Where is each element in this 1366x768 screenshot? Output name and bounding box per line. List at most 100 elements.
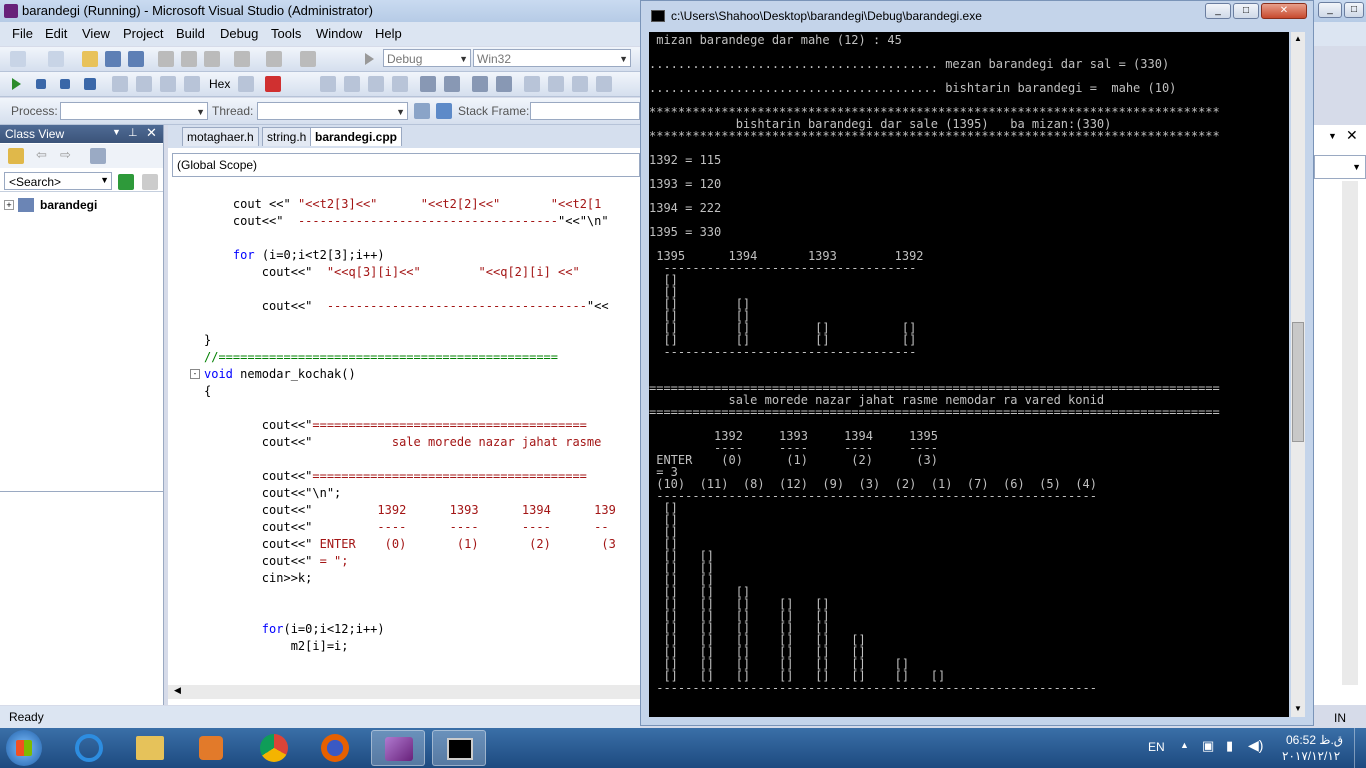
autos-icon[interactable] bbox=[368, 76, 384, 92]
font-size-icon[interactable] bbox=[392, 76, 408, 92]
scroll-thumb[interactable] bbox=[1292, 322, 1304, 442]
taskbar-console[interactable] bbox=[432, 730, 486, 766]
code-line[interactable]: for(i=0;i<12;i++) bbox=[204, 622, 385, 636]
stack-frame-combo[interactable] bbox=[530, 102, 640, 120]
network-icon[interactable]: ▣ bbox=[1202, 738, 1214, 754]
back-icon[interactable]: ⇦ bbox=[36, 147, 47, 163]
volume-icon[interactable]: ◀) bbox=[1248, 737, 1263, 754]
menu-project[interactable]: Project bbox=[123, 26, 163, 41]
prev-bookmark-icon[interactable] bbox=[548, 76, 564, 92]
code-line[interactable]: cout<<" = "; bbox=[204, 554, 349, 568]
editor-vertical-scrollbar[interactable] bbox=[1342, 181, 1358, 685]
taskbar-explorer[interactable] bbox=[123, 730, 177, 766]
menu-edit[interactable]: Edit bbox=[45, 26, 67, 41]
filter-icon[interactable] bbox=[414, 103, 430, 119]
step-over-icon[interactable] bbox=[160, 76, 176, 92]
console-vertical-scrollbar[interactable]: ▲ ▼ bbox=[1291, 32, 1305, 717]
outline-collapse-icon[interactable]: - bbox=[190, 369, 200, 379]
console-output[interactable]: mizan barandege dar mahe (12) : 45......… bbox=[649, 32, 1289, 717]
new-folder-icon[interactable] bbox=[8, 148, 24, 164]
code-line[interactable]: cout<<" "<<q[3][i]<<" "<<q[2][i] <<" bbox=[204, 265, 580, 279]
add-item-icon[interactable] bbox=[48, 51, 64, 67]
cut-icon[interactable] bbox=[158, 51, 174, 67]
settings-icon[interactable] bbox=[90, 148, 106, 164]
flag-threads-icon[interactable] bbox=[436, 103, 452, 119]
start-button[interactable] bbox=[6, 730, 42, 766]
forward-icon[interactable]: ⇨ bbox=[60, 147, 71, 163]
member-combo[interactable]: ▼ bbox=[1314, 155, 1366, 179]
clock-time[interactable]: 06:52 ق.ظ bbox=[1286, 733, 1343, 747]
code-area[interactable]: cout <<" "<<t2[3]<<" "<<t2[2]<<" "<<t2[1… bbox=[168, 179, 640, 684]
menu-help[interactable]: Help bbox=[375, 26, 402, 41]
console-maximize-button[interactable]: □ bbox=[1233, 3, 1259, 19]
code-line[interactable]: cout<<"=================================… bbox=[204, 418, 587, 432]
step-out-icon[interactable] bbox=[184, 76, 200, 92]
tab-motaghaer-h[interactable]: motaghaer.h bbox=[182, 127, 259, 146]
copy-icon[interactable] bbox=[181, 51, 197, 67]
taskbar-firefox[interactable] bbox=[308, 730, 362, 766]
code-line[interactable]: } bbox=[204, 333, 211, 347]
code-line[interactable]: cout<<" ---- ---- ---- -- bbox=[204, 520, 609, 534]
code-line[interactable]: cout <<" "<<t2[3]<<" "<<t2[2]<<" "<<t2[1 bbox=[204, 197, 601, 211]
code-line[interactable]: cout<<" sale morede nazar jahat rasme bbox=[204, 435, 602, 449]
tab-string-h[interactable]: string.h bbox=[262, 127, 312, 146]
dropdown-icon[interactable]: ▼ bbox=[1328, 131, 1337, 141]
process-combo[interactable]: ▼ bbox=[60, 102, 208, 120]
code-line[interactable]: void nemodar_kochak() bbox=[204, 367, 356, 381]
class-view-search-input[interactable]: <Search> ▼ bbox=[4, 172, 112, 190]
breakpoints-icon[interactable] bbox=[265, 76, 281, 92]
menu-view[interactable]: View bbox=[82, 26, 110, 41]
pin-icon[interactable]: ⊥ bbox=[128, 126, 138, 139]
code-line[interactable]: cout<<" 1392 1393 1394 139 bbox=[204, 503, 616, 517]
code-line[interactable]: cin>>k; bbox=[204, 571, 313, 585]
scroll-up-icon[interactable]: ▲ bbox=[1294, 34, 1302, 43]
code-line[interactable]: for (i=0;i<t2[3];i++) bbox=[204, 248, 385, 262]
horizontal-scrollbar[interactable]: ◀ bbox=[168, 685, 640, 699]
new-project-icon[interactable] bbox=[10, 51, 26, 67]
watch-icon[interactable] bbox=[320, 76, 336, 92]
threads-icon[interactable] bbox=[238, 76, 254, 92]
stop-icon[interactable] bbox=[60, 79, 70, 89]
vs-maximize-button[interactable]: □ bbox=[1344, 2, 1364, 18]
platform-combo[interactable]: Win32 ▼ bbox=[473, 49, 631, 67]
save-icon[interactable] bbox=[105, 51, 121, 67]
open-file-icon[interactable] bbox=[82, 51, 98, 67]
taskbar-chrome[interactable] bbox=[247, 730, 301, 766]
clear-bookmarks-icon[interactable] bbox=[596, 76, 612, 92]
code-line[interactable]: cout<<"=================================… bbox=[204, 469, 587, 483]
undo-icon[interactable] bbox=[234, 51, 250, 67]
taskbar-media-player[interactable] bbox=[184, 730, 238, 766]
indent-icon[interactable] bbox=[420, 76, 436, 92]
battery-icon[interactable]: ▮ bbox=[1226, 738, 1233, 754]
show-desktop-button[interactable] bbox=[1354, 728, 1366, 768]
scope-combo[interactable]: (Global Scope) bbox=[172, 153, 640, 177]
close-icon[interactable]: ✕ bbox=[146, 125, 157, 141]
tab-barandegi-cpp[interactable]: barandegi.cpp bbox=[310, 127, 403, 146]
save-all-icon[interactable] bbox=[128, 51, 144, 67]
solution-config-combo[interactable]: Debug ▼ bbox=[383, 49, 471, 67]
menu-tools[interactable]: Tools bbox=[271, 26, 301, 41]
scroll-down-icon[interactable]: ▼ bbox=[1294, 704, 1302, 713]
expand-icon[interactable]: + bbox=[4, 200, 14, 210]
taskbar-visual-studio[interactable] bbox=[371, 730, 425, 766]
menu-file[interactable]: File bbox=[12, 26, 33, 41]
outdent-icon[interactable] bbox=[444, 76, 460, 92]
vs-minimize-button[interactable]: _ bbox=[1318, 2, 1342, 18]
taskbar-ie[interactable] bbox=[62, 730, 116, 766]
break-all-icon[interactable] bbox=[36, 79, 46, 89]
dropdown-icon[interactable]: ▼ bbox=[112, 127, 121, 137]
close-icon[interactable]: ✕ bbox=[1346, 127, 1358, 144]
console-close-button[interactable]: ✕ bbox=[1261, 3, 1307, 19]
language-indicator[interactable]: EN bbox=[1148, 740, 1165, 754]
show-next-statement-icon[interactable] bbox=[112, 76, 128, 92]
clock-date[interactable]: ۲۰۱۷/۱۲/۱۲ bbox=[1282, 749, 1340, 763]
uncomment-icon[interactable] bbox=[496, 76, 512, 92]
code-line[interactable]: m2[i]=i; bbox=[204, 639, 349, 653]
bookmark-icon[interactable] bbox=[524, 76, 540, 92]
console-minimize-button[interactable]: _ bbox=[1205, 3, 1231, 19]
menu-window[interactable]: Window bbox=[316, 26, 362, 41]
hex-toggle[interactable]: Hex bbox=[209, 77, 230, 91]
code-line[interactable]: cout<<" --------------------------------… bbox=[204, 299, 609, 313]
continue-icon[interactable] bbox=[12, 78, 21, 90]
scroll-left-icon[interactable]: ◀ bbox=[174, 685, 181, 696]
